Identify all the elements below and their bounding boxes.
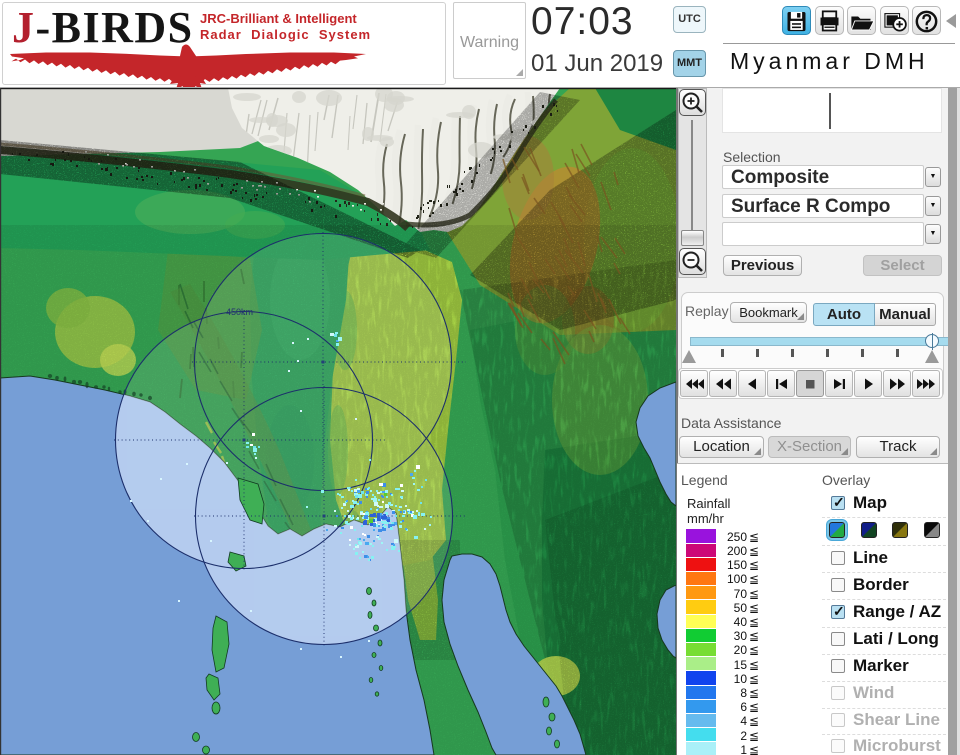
svg-text:450km: 450km (226, 307, 253, 317)
